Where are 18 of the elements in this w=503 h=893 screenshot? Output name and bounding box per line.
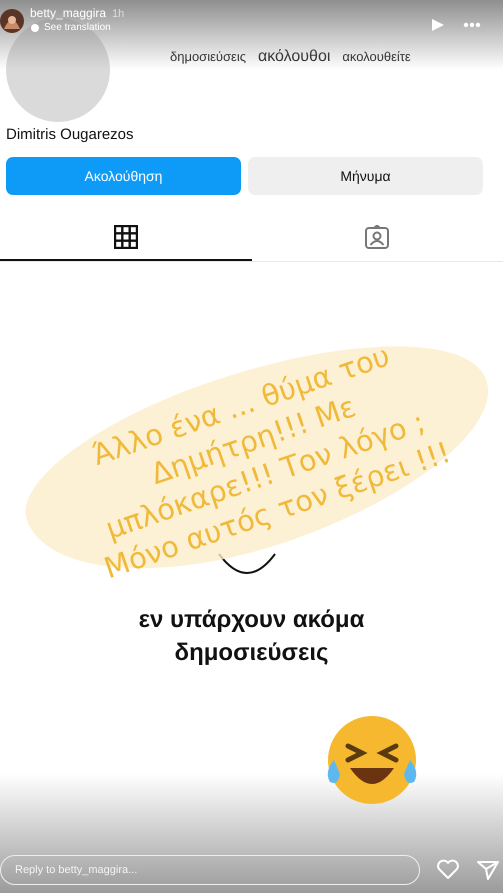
more-icon[interactable] [463, 22, 481, 28]
username[interactable]: betty_maggira [30, 6, 106, 20]
profile-name: Dimitris Ougarezos [6, 126, 135, 143]
play-icon[interactable] [431, 18, 445, 32]
send-icon[interactable] [476, 858, 500, 882]
stat-label: δημοσιεύσεις [170, 49, 246, 64]
stat-label: ακολουθείτε [342, 49, 411, 64]
bubble-icon [31, 24, 39, 32]
see-translation-link[interactable]: See translation [31, 22, 124, 33]
follow-button[interactable]: Ακολούθηση [6, 157, 241, 195]
heart-icon[interactable] [436, 858, 460, 882]
reply-field[interactable]: Reply to betty_maggira... [0, 855, 420, 885]
message-button[interactable]: Μήνυμα [248, 157, 483, 195]
stat-label: ακόλουθοι [258, 48, 330, 66]
post-time: 1h [112, 8, 124, 20]
person-tag-icon [365, 225, 390, 249]
empty-state-text: εν υπάρχουν ακόμα δημοσιεύσεις [138, 605, 364, 668]
grid-icon [114, 225, 138, 249]
